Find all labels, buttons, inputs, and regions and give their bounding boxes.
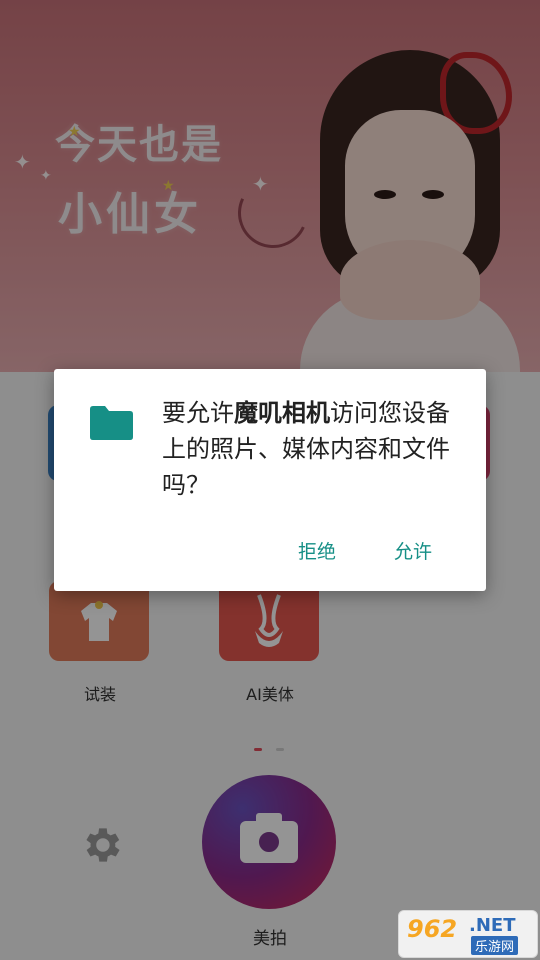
watermark-number: 962	[407, 915, 458, 943]
message-prefix: 要允许	[162, 399, 234, 427]
watermark-domain: .NET	[469, 915, 516, 936]
site-watermark: 962 .NET 乐游网	[398, 910, 538, 958]
dialog-message: 要允许魔叽相机访问您设备上的照片、媒体内容和文件吗？	[162, 395, 470, 503]
permission-dialog: 要允许魔叽相机访问您设备上的照片、媒体内容和文件吗？ 拒绝 允许	[54, 369, 486, 591]
app-name: 魔叽相机	[234, 399, 330, 427]
deny-button[interactable]: 拒绝	[292, 533, 342, 568]
folder-icon	[90, 406, 133, 440]
allow-button[interactable]: 允许	[388, 533, 438, 568]
watermark-site: 乐游网	[471, 936, 519, 955]
